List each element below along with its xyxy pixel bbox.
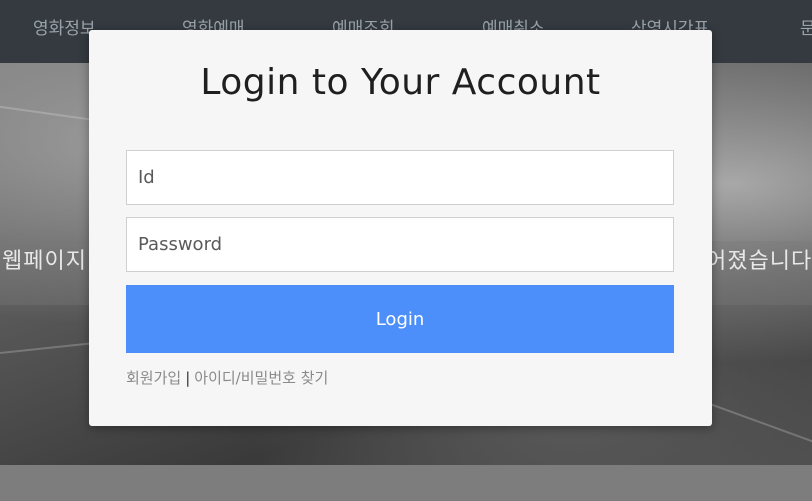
login-modal: Login to Your Account Login 회원가입|아이디/비밀번… [89,30,712,426]
find-account-link[interactable]: 아이디/비밀번호 찾기 [194,369,328,387]
account-links: 회원가입 | 아이디/비밀번호 찾기 [126,367,328,388]
nav-item-more[interactable]: 문 [800,14,812,39]
login-title: Login to Your Account [200,62,601,103]
footer-strip [0,465,812,501]
nav-item-movie-info[interactable]: 영화정보 [33,14,96,39]
hero-text-right: 어졌습니다 [706,249,812,274]
link-separator: | [185,369,191,387]
id-input[interactable] [126,150,674,205]
hero-text-left: 웹페이지 [2,249,87,274]
password-input[interactable] [126,217,674,272]
signup-link[interactable]: 회원가입 [126,369,181,387]
login-button[interactable]: Login [126,285,674,353]
